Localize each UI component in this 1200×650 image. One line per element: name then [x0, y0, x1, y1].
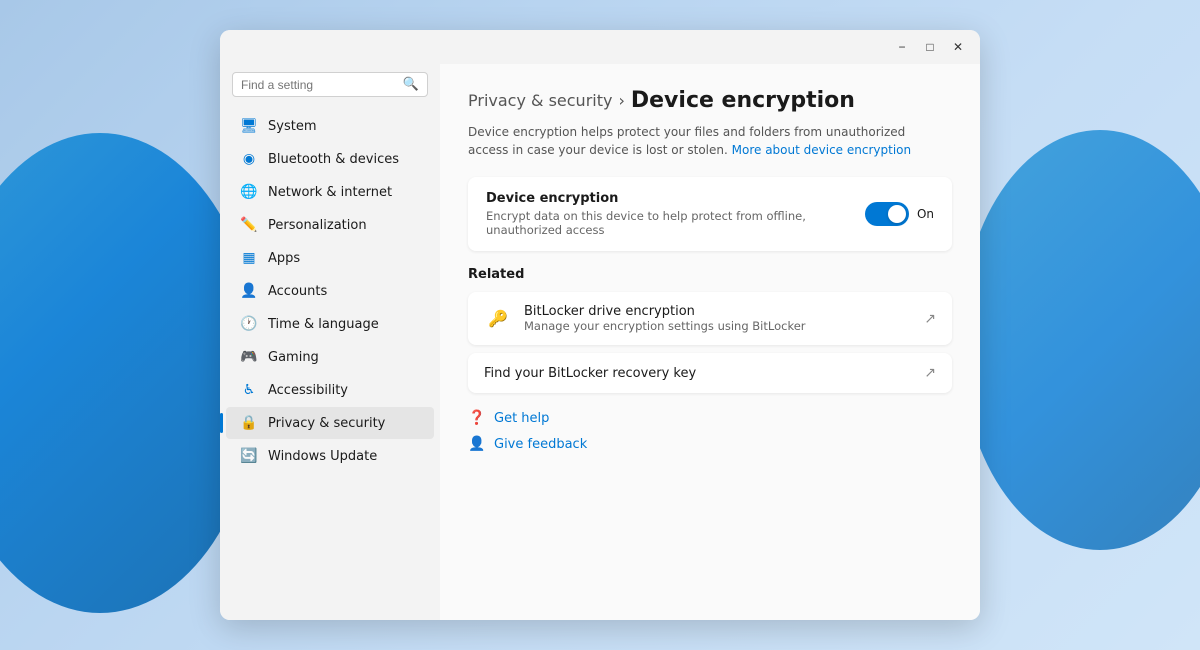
encryption-description: Encrypt data on this device to help prot…	[486, 209, 865, 237]
maximize-button[interactable]: □	[916, 33, 944, 61]
sidebar-label-accessibility: Accessibility	[268, 383, 348, 398]
sidebar-label-apps: Apps	[268, 251, 300, 266]
sidebar-item-network[interactable]: 🌐 Network & internet	[226, 176, 434, 208]
sidebar-icon-apps: ▦	[240, 249, 258, 267]
give-feedback-label: Give feedback	[494, 437, 587, 452]
bitlocker-title: BitLocker drive encryption	[524, 304, 806, 319]
sidebar-item-accounts[interactable]: 👤 Accounts	[226, 275, 434, 307]
search-box[interactable]: 🔍	[232, 72, 428, 97]
device-encryption-card: Device encryption Encrypt data on this d…	[468, 177, 952, 251]
breadcrumb-separator: ›	[618, 91, 624, 110]
sidebar-item-accessibility[interactable]: ♿ Accessibility	[226, 374, 434, 406]
encryption-info: Device encryption Encrypt data on this d…	[486, 191, 865, 237]
give-feedback-link[interactable]: 👤 Give feedback	[468, 435, 952, 453]
sidebar-label-privacy: Privacy & security	[268, 416, 385, 431]
breadcrumb-current: Device encryption	[631, 88, 855, 113]
recovery-external-icon: ↗	[924, 365, 936, 381]
bitlocker-icon: 🔑	[484, 305, 512, 333]
sidebar-icon-network: 🌐	[240, 183, 258, 201]
breadcrumb-parent: Privacy & security	[468, 91, 612, 110]
bg-decoration-right	[960, 130, 1200, 550]
sidebar-icon-gaming: 🎮	[240, 348, 258, 366]
sidebar-item-time[interactable]: 🕐 Time & language	[226, 308, 434, 340]
sidebar-icon-time: 🕐	[240, 315, 258, 333]
search-input[interactable]	[241, 78, 403, 92]
toggle-state-label: On	[917, 207, 934, 221]
recovery-title: Find your BitLocker recovery key	[484, 366, 696, 381]
minimize-button[interactable]: −	[888, 33, 916, 61]
sidebar-icon-accessibility: ♿	[240, 381, 258, 399]
sidebar-label-bluetooth: Bluetooth & devices	[268, 152, 399, 167]
sidebar-icon-bluetooth: ◉	[240, 150, 258, 168]
encryption-title: Device encryption	[486, 191, 865, 206]
toggle-knob	[888, 205, 906, 223]
bitlocker-external-icon: ↗	[924, 311, 936, 327]
recovery-info: Find your BitLocker recovery key	[484, 366, 696, 381]
sidebar-item-system[interactable]: 🖥 System	[226, 110, 434, 142]
encryption-toggle-container: On	[865, 202, 934, 226]
encryption-toggle[interactable]	[865, 202, 909, 226]
recovery-left: Find your BitLocker recovery key	[484, 366, 696, 381]
help-links: ❓ Get help 👤 Give feedback	[468, 409, 952, 453]
window-body: 🔍 🖥 System ◉ Bluetooth & devices 🌐 Network & …	[220, 64, 980, 620]
bitlocker-info: BitLocker drive encryption Manage your e…	[524, 304, 806, 333]
sidebar-label-accounts: Accounts	[268, 284, 327, 299]
sidebar-icon-update: 🔄	[240, 447, 258, 465]
sidebar-item-apps[interactable]: ▦ Apps	[226, 242, 434, 274]
sidebar-item-bluetooth[interactable]: ◉ Bluetooth & devices	[226, 143, 434, 175]
sidebar-item-gaming[interactable]: 🎮 Gaming	[226, 341, 434, 373]
related-section-label: Related	[468, 267, 952, 282]
close-button[interactable]: ✕	[944, 33, 972, 61]
bitlocker-card[interactable]: 🔑 BitLocker drive encryption Manage your…	[468, 292, 952, 345]
get-help-label: Get help	[494, 411, 549, 426]
sidebar-label-network: Network & internet	[268, 185, 392, 200]
bitlocker-desc: Manage your encryption settings using Bi…	[524, 319, 806, 333]
sidebar-item-update[interactable]: 🔄 Windows Update	[226, 440, 434, 472]
sidebar-icon-system: 🖥	[240, 117, 258, 135]
get-help-link[interactable]: ❓ Get help	[468, 409, 952, 427]
recovery-key-card[interactable]: Find your BitLocker recovery key ↗	[468, 353, 952, 393]
breadcrumb: Privacy & security › Device encryption	[468, 88, 952, 113]
sidebar-label-system: System	[268, 119, 316, 134]
main-content: Privacy & security › Device encryption D…	[440, 64, 980, 620]
get-help-icon: ❓	[468, 409, 486, 427]
search-icon: 🔍	[403, 77, 419, 92]
titlebar: − □ ✕	[220, 30, 980, 64]
settings-window: − □ ✕ 🔍 🖥 System ◉ Bluetooth & devices 🌐 Netw…	[220, 30, 980, 620]
sidebar-label-personalization: Personalization	[268, 218, 367, 233]
sidebar-icon-privacy: 🔒	[240, 414, 258, 432]
nav-list: 🖥 System ◉ Bluetooth & devices 🌐 Network & in…	[220, 109, 440, 473]
sidebar-label-gaming: Gaming	[268, 350, 319, 365]
sidebar-item-personalization[interactable]: ✏️ Personalization	[226, 209, 434, 241]
give-feedback-icon: 👤	[468, 435, 486, 453]
sidebar-item-privacy[interactable]: 🔒 Privacy & security	[226, 407, 434, 439]
sidebar: 🔍 🖥 System ◉ Bluetooth & devices 🌐 Network & …	[220, 64, 440, 620]
more-info-link[interactable]: More about device encryption	[732, 143, 911, 157]
sidebar-label-update: Windows Update	[268, 449, 377, 464]
sidebar-icon-accounts: 👤	[240, 282, 258, 300]
sidebar-label-time: Time & language	[268, 317, 379, 332]
page-description: Device encryption helps protect your fil…	[468, 123, 928, 159]
sidebar-icon-personalization: ✏️	[240, 216, 258, 234]
bitlocker-left: 🔑 BitLocker drive encryption Manage your…	[484, 304, 806, 333]
